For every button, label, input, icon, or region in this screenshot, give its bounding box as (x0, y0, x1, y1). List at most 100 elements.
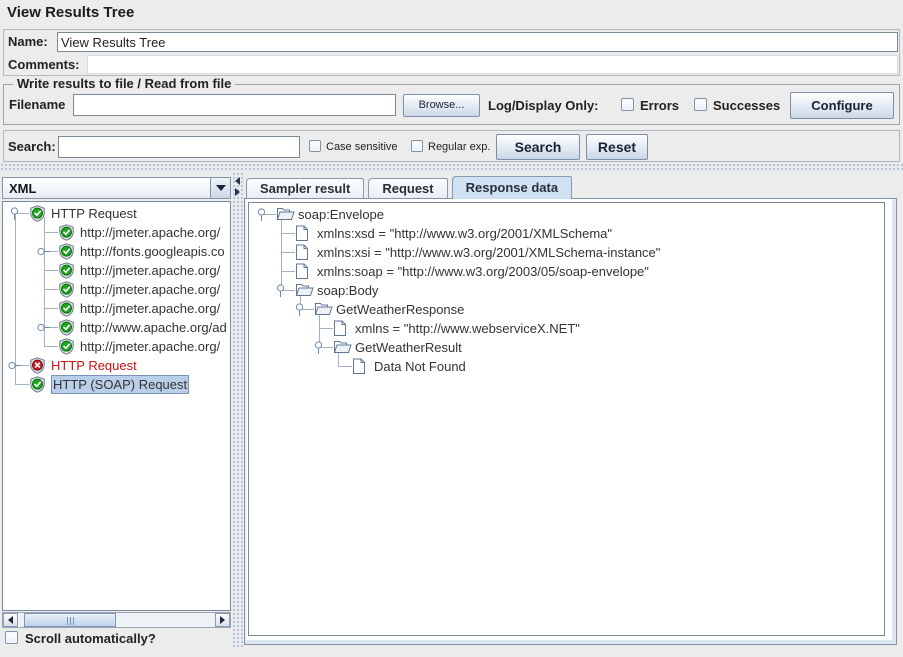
tree-node-label[interactable]: http://jmeter.apache.org/ (80, 223, 220, 242)
successes-checkbox[interactable] (694, 98, 707, 111)
success-shield-icon (58, 300, 75, 320)
scroll-right-icon[interactable] (215, 613, 230, 627)
scroll-automatically-checkbox[interactable] (5, 631, 18, 644)
collapse-node-icon[interactable] (312, 341, 325, 358)
result-tree-row[interactable]: http://jmeter.apache.org/ (3, 280, 230, 299)
xml-tree-row[interactable]: GetWeatherResult (249, 338, 884, 357)
scroll-left-icon[interactable] (3, 613, 18, 627)
success-shield-icon (58, 338, 75, 358)
chevron-down-icon[interactable] (210, 178, 230, 198)
tree-node-label[interactable]: http://jmeter.apache.org/ (80, 299, 220, 318)
tree-connector (281, 252, 295, 253)
tree-node-label[interactable]: http://www.apache.org/ad (80, 318, 227, 337)
result-tree-row[interactable]: http://fonts.googleapis.co (3, 242, 230, 261)
tree-node-label[interactable]: xmlns:soap = "http://www.w3.org/2003/05/… (317, 262, 649, 281)
write-results-group-title: Write results to file / Read from file (13, 76, 235, 91)
result-tree-row[interactable]: http://jmeter.apache.org/ (3, 337, 230, 356)
filename-label: Filename (9, 97, 65, 112)
vertical-splitter[interactable] (232, 172, 244, 648)
xml-tree-row[interactable]: soap:Body (249, 281, 884, 300)
comments-label: Comments: (8, 57, 80, 72)
xml-tree-row[interactable]: GetWeatherResponse (249, 300, 884, 319)
tree-node-label[interactable]: GetWeatherResponse (336, 300, 464, 319)
tree-connector (281, 233, 295, 234)
comments-input[interactable] (87, 55, 898, 74)
case-sensitive-checkbox[interactable] (309, 140, 321, 152)
result-tree-row[interactable]: http://www.apache.org/ad (3, 318, 230, 337)
tree-connector (44, 232, 58, 233)
expand-node-icon[interactable] (8, 359, 21, 376)
response-data-tree[interactable]: soap:Envelopexmlns:xsd = "http://www.w3.… (248, 202, 885, 636)
tree-connector (15, 384, 29, 385)
log-display-only-label: Log/Display Only: (488, 98, 599, 113)
tree-node-label[interactable]: http://fonts.googleapis.co (80, 242, 225, 261)
tree-node-label[interactable]: GetWeatherResult (355, 338, 462, 357)
scroll-automatically-label: Scroll automatically? (25, 631, 156, 646)
collapse-left-icon[interactable] (235, 177, 240, 185)
name-input[interactable] (57, 32, 898, 52)
tree-node-label[interactable]: xmlns:xsi = "http://www.w3.org/2001/XMLS… (317, 243, 660, 262)
result-tree-row[interactable]: http://jmeter.apache.org/ (3, 261, 230, 280)
result-tree-row[interactable]: HTTP (SOAP) Request (3, 375, 230, 394)
search-button[interactable]: Search (496, 134, 580, 160)
result-tree-row[interactable]: http://jmeter.apache.org/ (3, 299, 230, 318)
xml-tree-row[interactable]: xmlns:xsi = "http://www.w3.org/2001/XMLS… (249, 243, 884, 262)
tree-node-label[interactable]: HTTP Request (51, 204, 137, 223)
page-title: View Results Tree (7, 4, 134, 21)
tree-node-label[interactable]: HTTP (SOAP) Request (51, 375, 189, 394)
folder-icon (314, 301, 333, 319)
tree-node-label[interactable]: http://jmeter.apache.org/ (80, 280, 220, 299)
tree-node-label[interactable]: soap:Envelope (298, 205, 384, 224)
result-tree-row[interactable]: HTTP Request (3, 356, 230, 375)
errors-label: Errors (640, 98, 679, 113)
collapse-node-icon[interactable] (293, 303, 306, 320)
write-results-group: Write results to file / Read from file F… (3, 84, 900, 125)
browse-button[interactable]: Browse... (403, 94, 480, 117)
search-label: Search: (8, 139, 56, 154)
horizontal-splitter[interactable] (0, 163, 903, 172)
expand-node-icon[interactable] (37, 245, 50, 262)
xml-tree-row[interactable]: soap:Envelope (249, 205, 884, 224)
collapse-node-icon[interactable] (255, 208, 268, 225)
expand-right-icon[interactable] (235, 188, 240, 196)
configure-button[interactable]: Configure (790, 92, 894, 119)
tree-node-label[interactable]: xmlns = "http://www.webserviceX.NET" (355, 319, 580, 338)
success-shield-icon (58, 281, 75, 301)
tab-sampler-result[interactable]: Sampler result (246, 178, 364, 199)
tree-node-label[interactable]: http://jmeter.apache.org/ (80, 261, 220, 280)
regular-exp-checkbox[interactable] (411, 140, 423, 152)
search-input[interactable] (58, 136, 300, 158)
horizontal-scrollbar[interactable] (2, 612, 231, 628)
tab-request[interactable]: Request (368, 178, 447, 199)
expand-node-icon[interactable] (37, 321, 50, 338)
xml-tree-row[interactable]: Data Not Found (249, 357, 884, 376)
result-tree-row[interactable]: HTTP Request (3, 204, 230, 223)
tree-connector (44, 270, 58, 271)
result-tree-row[interactable]: http://jmeter.apache.org/ (3, 223, 230, 242)
folder-icon (295, 282, 314, 300)
tree-node-label[interactable]: soap:Body (317, 281, 378, 300)
filename-input[interactable] (73, 94, 396, 116)
document-icon (333, 320, 347, 340)
xml-tree-row[interactable]: xmlns:soap = "http://www.w3.org/2003/05/… (249, 262, 884, 281)
xml-tree-row[interactable]: xmlns:xsd = "http://www.w3.org/2001/XMLS… (249, 224, 884, 243)
collapse-node-icon[interactable] (274, 284, 287, 301)
errors-checkbox[interactable] (621, 98, 634, 111)
results-tree[interactable]: HTTP Requesthttp://jmeter.apache.org/htt… (2, 201, 231, 611)
tab-response-data[interactable]: Response data (452, 176, 572, 199)
renderer-combo[interactable]: XML (2, 177, 231, 199)
tree-node-label[interactable]: http://jmeter.apache.org/ (80, 337, 220, 356)
tree-node-label[interactable]: xmlns:xsd = "http://www.w3.org/2001/XMLS… (317, 224, 612, 243)
tree-connector (319, 328, 333, 329)
folder-icon (333, 339, 352, 357)
tree-connector (44, 346, 58, 347)
tree-connector (44, 308, 58, 309)
response-data-content: soap:Envelopexmlns:xsd = "http://www.w3.… (244, 198, 897, 645)
reset-button[interactable]: Reset (586, 134, 648, 160)
scrollbar-thumb[interactable] (24, 613, 116, 627)
xml-tree-row[interactable]: xmlns = "http://www.webserviceX.NET" (249, 319, 884, 338)
tree-node-label[interactable]: HTTP Request (51, 356, 137, 375)
tree-node-label[interactable]: Data Not Found (374, 357, 466, 376)
collapse-node-icon[interactable] (8, 207, 21, 224)
case-sensitive-label: Case sensitive (326, 141, 398, 153)
